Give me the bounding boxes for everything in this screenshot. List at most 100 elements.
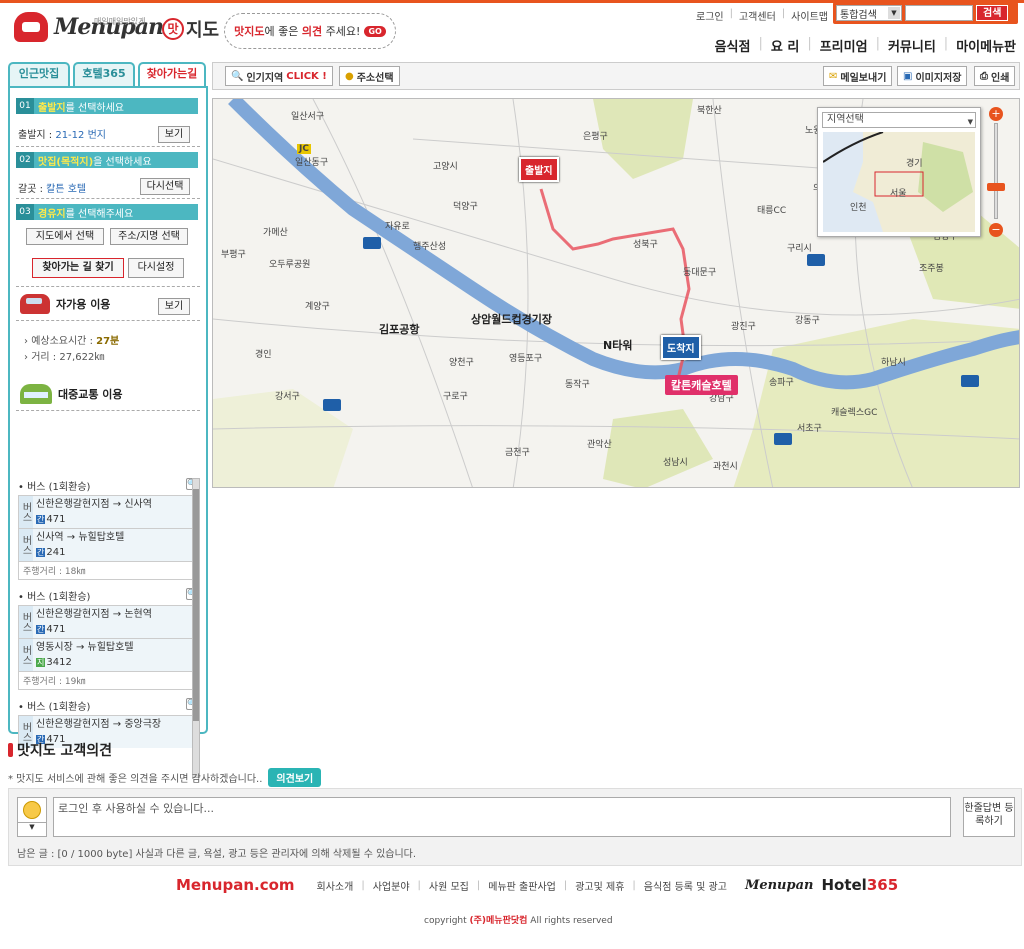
map-label: 자유로 — [385, 222, 410, 232]
distance-info: › 거리 : 27,622㎞ — [24, 352, 105, 363]
zoom-control[interactable]: + − — [985, 107, 1009, 237]
step-start-header: 01 출발지 를 선택하세요 — [16, 98, 198, 114]
leg-type: 버스 — [19, 606, 33, 638]
submit-feedback-button[interactable]: 한줄답변 등록하기 — [963, 797, 1015, 837]
transit-route-list[interactable]: • 버스 (1회환승)🔍버스신한은행갈현지점 → 신사역간471버스신사역 → … — [18, 478, 198, 778]
leg-body: 신한은행갈현지점 → 신사역 간 471 — [33, 496, 197, 528]
customer-center-link[interactable]: 고객센터 — [739, 8, 776, 23]
menupan-logo[interactable]: Menupan 매일매일맛있게 — [14, 12, 164, 42]
save-image-button[interactable]: ▣ 이미지저장 — [897, 66, 968, 86]
map-label: 구로구 — [443, 392, 468, 402]
mail-button[interactable]: ✉ 메일보내기 — [823, 66, 893, 86]
footer-link-register[interactable]: 음식점 등록 및 광고 — [644, 878, 727, 893]
leg-type: 버스 — [19, 529, 33, 561]
search-input[interactable] — [905, 5, 973, 21]
panel-tabs: 인근맛집 호텔365 찾아가는길 — [8, 62, 208, 86]
sitemap-link[interactable]: 사이트맵 — [791, 8, 828, 23]
hotel-label[interactable]: 칼튼캐슬호텔 — [665, 375, 738, 395]
tab-nearby[interactable]: 인근맛집 — [8, 62, 70, 86]
address-select-button[interactable]: ● 주소선택 — [339, 66, 400, 86]
footer-link-ads[interactable]: 광고및 제휴 — [575, 878, 624, 893]
dest-row: 갈곳 : 칼튼 호텔 — [18, 180, 86, 195]
search-scope-select[interactable]: 통합검색 ▼ — [836, 5, 902, 21]
nav-community[interactable]: 커뮤니티 — [888, 36, 936, 55]
reset-button[interactable]: 다시설정 — [128, 258, 184, 278]
footer-menupan-logo[interactable]: Menupan — [745, 878, 814, 893]
zoom-in-icon[interactable]: + — [989, 107, 1003, 121]
leg-bus-number: 간 241 — [36, 545, 194, 560]
start-view-button[interactable]: 보기 — [158, 126, 190, 143]
find-route-button[interactable]: 찾아가는 길 찾기 — [32, 258, 124, 278]
leg-stops: 영동시장 → 뉴힐탑호텔 — [36, 642, 134, 653]
map-view[interactable]: 일산서구 일산동구 JC 자유로 행주산성 덕양구 고양시 가메산 오두루공원 계양구 김포공항 상암… — [212, 98, 1020, 488]
mapji-logo[interactable]: 맛 지도 — [162, 16, 219, 42]
transit-route[interactable]: • 버스 (1회환승)🔍버스신한은행갈현지점 → 논현역간471버스영동시장 →… — [18, 588, 198, 690]
transit-route[interactable]: • 버스 (1회환승)🔍버스신한은행갈현지점 → 신사역간471버스신사역 → … — [18, 478, 198, 580]
go-button[interactable]: GO — [364, 25, 386, 37]
nav-premium[interactable]: 프리미엄 — [820, 36, 868, 55]
minimap-label-gyeonggi: 경기 — [906, 159, 923, 169]
feedback-textarea[interactable]: 로그인 후 사용하실 수 있습니다... — [53, 797, 951, 837]
leg-stops: 신한은행갈현지점 → 신사역 — [36, 499, 152, 510]
map-label: 과천시 — [713, 462, 738, 472]
start-marker[interactable]: 출발지 — [519, 157, 559, 182]
distance-label: 거리 : — [31, 352, 60, 363]
car-section-header: 자가용 이용 — [20, 294, 110, 314]
view-feedback-button[interactable]: 의견보기 — [268, 768, 322, 787]
footer-link-business[interactable]: 사업분야 — [373, 878, 410, 893]
feedback-banner[interactable]: 맛지도에 좋은 의견 주세요! GO — [224, 13, 396, 49]
region-select-value: 지역선택 — [827, 114, 864, 125]
route-leg: 버스 영동시장 → 뉴힐탑호텔 지 3412 — [18, 638, 198, 671]
nav-cooking[interactable]: 요 리 — [771, 36, 799, 55]
feedback-note: 남은 글 : [0 / 1000 byte] 사실과 다른 글, 욕설, 광고 … — [17, 849, 417, 860]
map-label: N타워 — [603, 339, 633, 352]
print-button[interactable]: ⎙ 인쇄 — [974, 66, 1016, 86]
bus-number: 471 — [46, 514, 66, 525]
minimap[interactable]: 지역선택 ▼ 경기 인천 서울 — [817, 107, 981, 237]
route-list-scrollbar[interactable] — [192, 478, 200, 778]
route-leg: 버스 신한은행갈현지점 → 논현역 간 471 — [18, 605, 198, 638]
nav-restaurants[interactable]: 음식점 — [715, 36, 751, 55]
search-button[interactable]: 검색 — [976, 5, 1009, 21]
zoom-handle[interactable] — [987, 183, 1005, 191]
footer-hotel365-logo[interactable]: Hotel365 — [821, 876, 898, 894]
map-label: 관악산 — [587, 440, 612, 450]
footer-link-about[interactable]: 회사소개 — [317, 878, 354, 893]
map-label: 상암월드컵경기장 — [471, 313, 552, 326]
minimap-label-incheon: 인천 — [850, 203, 867, 213]
route-panel: 인근맛집 호텔365 찾아가는길 01 출발지 를 선택하세요 출발지 : 21-1… — [8, 62, 208, 778]
hot-area-button[interactable]: 🔍 인기지역 CLICK ! — [225, 66, 333, 86]
map-label: 서초구 — [797, 424, 822, 434]
end-marker[interactable]: 도착지 — [661, 335, 701, 360]
copyright: copyright (주)메뉴판닷컴 All rights reserved — [424, 913, 613, 926]
select-on-map-button[interactable]: 지도에서 선택 — [26, 228, 104, 245]
envelope-icon: ✉ — [829, 70, 838, 82]
chevron-down-icon: ▼ — [18, 822, 46, 831]
nav-mymenupan[interactable]: 마이메뉴판 — [956, 36, 1016, 55]
footer-link-publishing[interactable]: 메뉴판 출판사업 — [488, 878, 556, 893]
dropdown-arrow-icon: ▼ — [888, 7, 900, 19]
footer-site-logo[interactable]: Menupan.com — [176, 876, 295, 894]
search-bar: 통합검색 ▼ 검색 — [833, 2, 1018, 24]
login-link[interactable]: 로그인 — [696, 8, 724, 23]
reselect-button[interactable]: 다시선택 — [140, 178, 190, 195]
start-label: 출발지 : — [18, 130, 56, 141]
map-label: 김포공항 — [379, 323, 420, 336]
footer-link-jobs[interactable]: 사원 모집 — [429, 878, 469, 893]
zoom-out-icon[interactable]: − — [989, 223, 1003, 237]
car-icon — [20, 294, 50, 314]
save-image-label: 이미지저장 — [915, 72, 962, 84]
mapji-title: 지도 — [186, 20, 220, 41]
tab-hotel365[interactable]: 호텔365 — [73, 62, 135, 86]
emoticon-picker[interactable]: ▼ — [17, 797, 47, 837]
car-view-button[interactable]: 보기 — [158, 298, 190, 315]
scrollbar-thumb[interactable] — [193, 489, 199, 721]
tab-directions[interactable]: 찾아가는길 — [138, 62, 206, 86]
bus-number: 241 — [46, 547, 66, 558]
map-label: 양천구 — [449, 358, 474, 368]
step-dest-header: 02 맛집(목적지) 을 선택하세요 — [16, 152, 198, 168]
select-address-button[interactable]: 주소/지명 선택 — [110, 228, 188, 245]
region-select[interactable]: 지역선택 ▼ — [822, 112, 976, 128]
minimap-label-seoul: 서울 — [890, 189, 907, 199]
zoom-track[interactable] — [994, 123, 998, 219]
